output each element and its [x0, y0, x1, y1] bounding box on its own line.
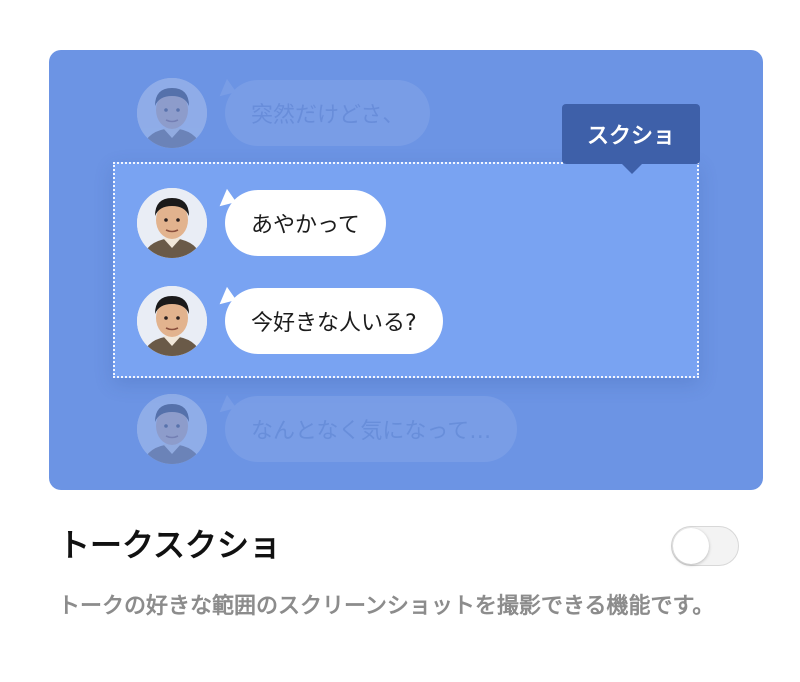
message-row-faded: 突然だけどさ、: [137, 78, 431, 148]
message-row-selected: 今好きな人いる?: [137, 286, 443, 356]
message-bubble: 突然だけどさ、: [225, 80, 431, 146]
avatar: [137, 188, 207, 258]
feature-title: トークスクショ: [58, 526, 282, 564]
message-bubble: 今好きな人いる?: [225, 288, 443, 354]
avatar: [137, 78, 207, 148]
message-bubble: あやかって: [225, 190, 386, 256]
selection-tag: スクショ: [562, 104, 700, 174]
feature-preview: 突然だけどさ、 スクショ あやかって 今好きな人いる? なんとなく気になって…: [49, 50, 763, 490]
avatar: [137, 394, 207, 464]
avatar: [137, 286, 207, 356]
feature-toggle[interactable]: [671, 526, 739, 566]
message-row-selected: あやかって: [137, 188, 386, 258]
toggle-knob: [673, 528, 709, 564]
message-row-faded: なんとなく気になって…: [137, 394, 518, 464]
message-bubble: なんとなく気になって…: [225, 396, 518, 462]
feature-description: トークの好きな範囲のスクリーンショットを撮影できる機能です。: [58, 594, 715, 619]
